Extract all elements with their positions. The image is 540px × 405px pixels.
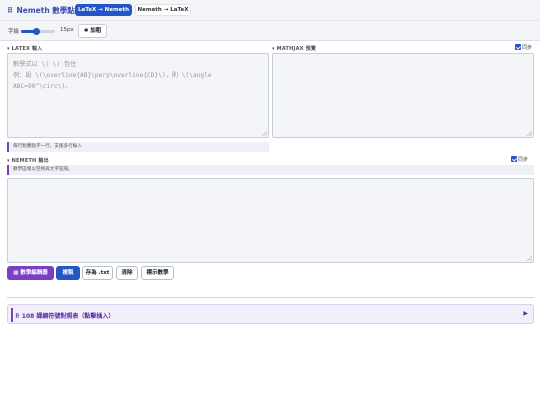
- clear-button[interactable]: 清除: [116, 266, 138, 280]
- latex-input[interactable]: 數學式以 \( \) 包住 例：設 \(\overline{AB}\perp\o…: [7, 53, 269, 138]
- nemeth-output-label: ▾ NEMETH 輸出: [7, 158, 49, 164]
- latex-input-placeholder: 數學式以 \( \) 包住 例：設 \(\overline{AB}\perp\o…: [13, 61, 212, 90]
- expand-arrow-icon[interactable]: ▶: [523, 310, 528, 317]
- accent-bar: [11, 308, 13, 322]
- math-editor-button[interactable]: ▦ 數學編輯器: [7, 266, 54, 280]
- nemeth-sync-checkbox[interactable]: 同步: [511, 156, 528, 163]
- mathjax-sync-label: 同步: [522, 45, 533, 51]
- font-size-value: 15px: [60, 27, 74, 33]
- mathjax-preview-label: ▾ MATHJAX 預覽: [272, 46, 317, 52]
- bold-button[interactable]: ✱ 加粗: [78, 24, 107, 38]
- nemeth-output[interactable]: [7, 178, 534, 263]
- symbol-table-title: ⠿ 108 課綱符號對照表（點擊插入）: [15, 313, 115, 320]
- tab-latex-to-nemeth[interactable]: LaTeX → Nemeth: [75, 4, 132, 16]
- mark-math-button[interactable]: 標示數學: [141, 266, 174, 280]
- app-title: ⠿ Nemeth 數學點字: [7, 5, 82, 16]
- symbol-table-toggle[interactable]: ⠿ 108 課綱符號對照表（點擊插入） ▶: [7, 304, 534, 324]
- latex-input-hint: 每行對應點字一行，支援多行輸入: [7, 142, 269, 152]
- copy-button[interactable]: 複製: [56, 266, 80, 280]
- resize-grip-icon[interactable]: [262, 131, 267, 136]
- font-size-slider[interactable]: [21, 27, 55, 35]
- divider: [7, 297, 534, 298]
- checkbox-checked-icon[interactable]: [511, 156, 517, 162]
- mathjax-sync-checkbox[interactable]: 同步: [515, 44, 532, 51]
- nemeth-output-hint: 數學區塊以空格與文字區隔。: [7, 165, 534, 175]
- app-header: ⠿ Nemeth 數學點字 LaTeX → Nemeth Nemeth → La…: [0, 0, 540, 21]
- resize-grip-icon[interactable]: [527, 131, 532, 136]
- mathjax-preview: [272, 53, 534, 138]
- nemeth-sync-label: 同步: [518, 157, 529, 163]
- resize-grip-icon[interactable]: [527, 256, 532, 261]
- checkbox-checked-icon[interactable]: [515, 44, 521, 50]
- toolbar: 字級 15px ✱ 加粗: [0, 21, 540, 41]
- save-txt-button[interactable]: 存為 .txt: [82, 266, 113, 280]
- slider-thumb[interactable]: [32, 27, 40, 35]
- tab-nemeth-to-latex[interactable]: Nemeth → LaTeX: [135, 4, 191, 16]
- app-title-text: Nemeth 數學點字: [16, 6, 83, 15]
- braille-icon: ⠿: [7, 6, 13, 15]
- latex-input-label: ▾ LATEX 輸入: [7, 46, 43, 52]
- font-size-label: 字級: [8, 29, 20, 35]
